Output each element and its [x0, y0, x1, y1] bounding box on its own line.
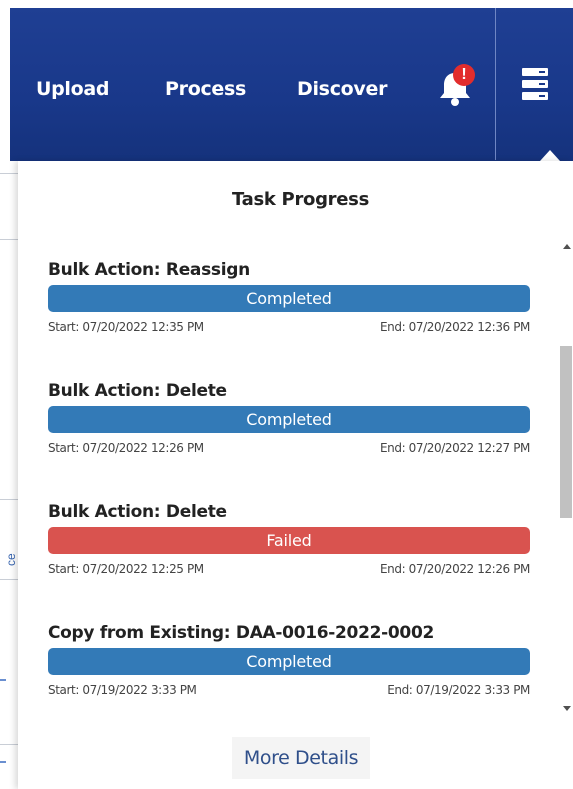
- task-end-time: End: 07/20/2022 12:27 PM: [379, 441, 530, 455]
- nav-process-link[interactable]: Process: [165, 78, 246, 100]
- scroll-down-arrow[interactable]: [563, 706, 571, 711]
- task-end-time: End: 07/20/2022 12:26 PM: [379, 562, 530, 576]
- background-text-fragment: ce: [4, 553, 18, 566]
- task-status-bar: Failed: [48, 527, 530, 554]
- panel-title: Task Progress: [232, 189, 369, 210]
- task-start-time: Start: 07/20/2022 12:35 PM: [48, 320, 204, 334]
- background-marker: [0, 679, 6, 681]
- nav-discover-link[interactable]: Discover: [297, 78, 387, 100]
- task-title: Copy from Existing: DAA-0016-2022-0002: [48, 623, 435, 643]
- task-start-time: Start: 07/19/2022 3:33 PM: [48, 683, 197, 697]
- background-divider: [0, 744, 18, 745]
- task-status-bar: Completed: [48, 406, 530, 433]
- task-status-bar: Completed: [48, 648, 530, 675]
- background-divider: [0, 173, 18, 174]
- task-title: Bulk Action: Delete: [48, 381, 227, 401]
- task-title: Bulk Action: Reassign: [48, 260, 250, 280]
- scroll-up-arrow[interactable]: [563, 244, 571, 249]
- notifications-button[interactable]: !: [435, 64, 477, 108]
- nav-upload-link[interactable]: Upload: [36, 78, 110, 100]
- task-start-time: Start: 07/20/2022 12:26 PM: [48, 441, 204, 455]
- task-start-time: Start: 07/20/2022 12:25 PM: [48, 562, 204, 576]
- scrollbar-thumb[interactable]: [560, 346, 572, 518]
- task-end-time: End: 07/19/2022 3:33 PM: [387, 683, 530, 697]
- task-title: Bulk Action: Delete: [48, 502, 227, 522]
- alert-badge: !: [453, 64, 475, 86]
- page: Upload Process Discover ! ce Task Progre…: [0, 0, 573, 789]
- task-status-bar: Completed: [48, 285, 530, 312]
- menu-button[interactable]: [495, 8, 573, 160]
- background-divider: [0, 579, 18, 580]
- top-navbar: Upload Process Discover !: [10, 8, 573, 161]
- background-divider: [0, 499, 18, 500]
- task-end-time: End: 07/20/2022 12:36 PM: [379, 320, 530, 334]
- dropdown-caret: [540, 150, 560, 161]
- background-divider: [0, 239, 18, 240]
- more-details-button[interactable]: More Details: [232, 737, 370, 779]
- server-stack-icon: [522, 68, 548, 100]
- task-progress-panel: Task Progress Bulk Action: Reassign Comp…: [18, 161, 573, 789]
- background-page-edge: ce: [0, 161, 18, 789]
- background-marker: [0, 761, 6, 763]
